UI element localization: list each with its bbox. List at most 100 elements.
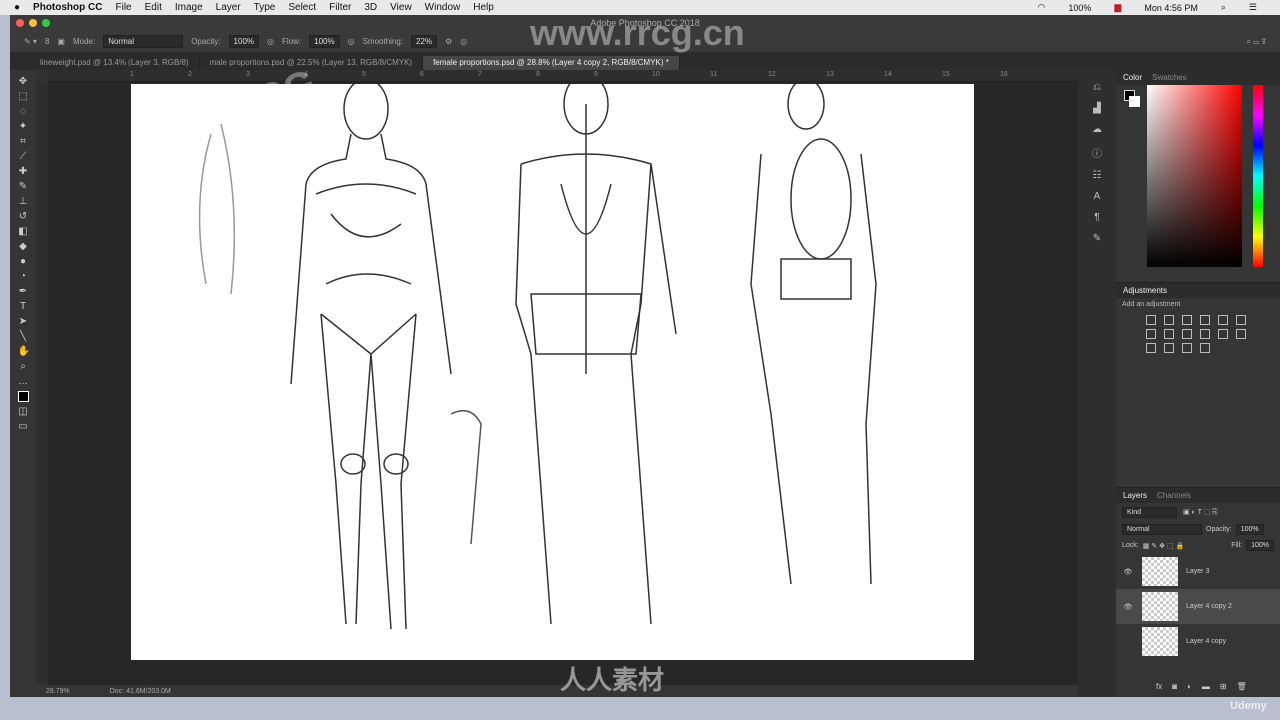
fill-field[interactable]: 100% [1246, 540, 1274, 551]
history-icon[interactable]: ⎌ [1093, 82, 1101, 93]
tab-channels[interactable]: Channels [1157, 491, 1191, 500]
selective-color-icon[interactable] [1200, 343, 1210, 353]
apple-icon[interactable]: ● [14, 2, 20, 13]
more-tools-icon[interactable]: … [18, 376, 29, 387]
trash-icon[interactable]: 🗑 [1237, 682, 1247, 691]
screen-mode-icon[interactable]: ▭ [18, 421, 29, 432]
adjustment-layer-icon[interactable]: ◐ [1187, 682, 1192, 691]
levels-icon[interactable] [1164, 315, 1174, 325]
tab-lineweight[interactable]: lineweight.psd @ 13.4% (Layer 3, RGB/8) [30, 56, 200, 70]
color-balance-icon[interactable] [1146, 329, 1156, 339]
clock[interactable]: Mon 4:56 PM [1144, 3, 1198, 13]
document-canvas[interactable] [131, 73, 974, 660]
menu-view[interactable]: View [390, 2, 412, 13]
channel-mixer-icon[interactable] [1200, 329, 1210, 339]
properties-icon[interactable]: ☷ [1093, 170, 1102, 181]
curves-icon[interactable] [1182, 315, 1192, 325]
color-swatch-icon[interactable] [17, 391, 29, 402]
eyedropper-icon[interactable]: ⟋ [18, 151, 29, 162]
brightness-icon[interactable] [1146, 315, 1156, 325]
flag-icon[interactable]: ▆ [1114, 2, 1121, 13]
type-tool-icon[interactable]: T [18, 301, 29, 312]
pressure-opacity-icon[interactable]: ◎ [267, 37, 274, 46]
saturation-value-field[interactable] [1147, 85, 1242, 267]
quick-mask-icon[interactable]: ◫ [18, 406, 29, 417]
menu-help[interactable]: Help [473, 2, 494, 13]
layer-name[interactable]: Layer 4 copy 2 [1186, 603, 1232, 610]
layer-name[interactable]: Layer 3 [1186, 568, 1209, 575]
menu-select[interactable]: Select [288, 2, 316, 13]
histogram-icon[interactable]: ▟ [1093, 103, 1101, 114]
menu-file[interactable]: File [115, 2, 131, 13]
crop-tool-icon[interactable]: ⌗ [18, 136, 29, 147]
menu-layer[interactable]: Layer [216, 2, 241, 13]
exposure-icon[interactable] [1200, 315, 1210, 325]
spotlight-icon[interactable]: ⌕ [1221, 2, 1226, 13]
menu-image[interactable]: Image [175, 2, 203, 13]
hue-sat-icon[interactable] [1236, 315, 1246, 325]
brush-settings-icon[interactable]: ✎ [1093, 233, 1101, 244]
vibrance-icon[interactable] [1218, 315, 1228, 325]
layer-filter-select[interactable]: Kind [1122, 507, 1177, 518]
paint-bucket-icon[interactable]: ◆ [18, 241, 29, 252]
menu-edit[interactable]: Edit [145, 2, 162, 13]
layer-name[interactable]: Layer 4 copy [1186, 638, 1226, 645]
zoom-level[interactable]: 28.79% [46, 688, 70, 695]
menu-window[interactable]: Window [425, 2, 461, 13]
menu-3d[interactable]: 3D [364, 2, 377, 13]
background-color[interactable] [1129, 96, 1140, 107]
eye-icon[interactable]: 👁 [1122, 568, 1134, 576]
brush-size[interactable]: 8 [45, 37, 49, 46]
brush-panel-icon[interactable]: ▣ [57, 37, 65, 46]
doc-size[interactable]: Doc: 41.6M/203.0M [110, 688, 171, 695]
move-tool-icon[interactable]: ✥ [18, 76, 29, 87]
layer-opacity-field[interactable]: 100% [1235, 524, 1264, 535]
line-tool-icon[interactable]: ╲ [18, 331, 29, 342]
filter-icons[interactable]: ▣ ◐ T ⬚ ⎘ [1183, 508, 1218, 517]
paragraph-icon[interactable]: ¶ [1094, 212, 1099, 223]
menu-list-icon[interactable]: ☰ [1249, 2, 1257, 13]
hand-tool-icon[interactable]: ✋ [18, 346, 30, 357]
path-select-icon[interactable]: ➤ [18, 316, 29, 327]
airbrush-icon[interactable]: ◎ [348, 37, 355, 46]
battery-level[interactable]: 100% [1068, 3, 1091, 13]
lock-icons[interactable]: ▦ ✎ ✥ ⬚ 🔒 [1143, 542, 1184, 550]
layer-row[interactable]: 👁 Layer 3 [1116, 554, 1280, 589]
blur-tool-icon[interactable]: ● [18, 256, 29, 267]
layer-row[interactable]: Layer 4 copy [1116, 624, 1280, 659]
bw-icon[interactable] [1164, 329, 1174, 339]
threshold-icon[interactable] [1164, 343, 1174, 353]
gear-icon[interactable]: ⚙ [445, 37, 452, 46]
pressure-size-icon[interactable]: ◎ [460, 37, 467, 46]
hue-slider[interactable] [1253, 85, 1263, 267]
gradient-map-icon[interactable] [1182, 343, 1192, 353]
info-icon[interactable]: ⓘ [1092, 145, 1102, 160]
lasso-tool-icon[interactable]: ◌ [18, 106, 29, 117]
mask-icon[interactable]: ◙ [1172, 682, 1177, 691]
posterize-icon[interactable] [1146, 343, 1156, 353]
mode-select[interactable]: Normal [103, 35, 184, 48]
brush-tool-icon[interactable]: ✎ [18, 181, 29, 192]
flow-field[interactable]: 100% [309, 35, 340, 48]
tab-layers[interactable]: Layers [1123, 491, 1147, 500]
group-icon[interactable]: ▬ [1202, 682, 1210, 691]
character-icon[interactable]: A [1094, 191, 1101, 202]
magic-wand-icon[interactable]: ✦ [18, 121, 29, 132]
menu-type[interactable]: Type [254, 2, 276, 13]
tab-female-proportions[interactable]: female proportions.psd @ 28.8% (Layer 4 … [423, 56, 680, 70]
pen-tool-icon[interactable]: ✒ [18, 286, 29, 297]
healing-brush-icon[interactable]: ✚ [18, 166, 29, 177]
photo-filter-icon[interactable] [1182, 329, 1192, 339]
zoom-tool-icon[interactable]: ⌕ [18, 361, 29, 372]
tab-swatches[interactable]: Swatches [1152, 73, 1187, 82]
new-layer-icon[interactable]: ⊞ [1220, 682, 1227, 691]
search-icon[interactable]: ⌕ ▭ ⇪ [1246, 37, 1266, 47]
blend-mode-select[interactable]: Normal [1122, 524, 1202, 535]
marquee-tool-icon[interactable]: ⬚ [18, 91, 29, 102]
libraries-icon[interactable]: ☁ [1092, 124, 1102, 135]
fx-icon[interactable]: fx [1156, 682, 1162, 691]
layer-row-selected[interactable]: 👁 Layer 4 copy 2 [1116, 589, 1280, 624]
wifi-icon[interactable]: ◠ [1038, 2, 1046, 13]
opacity-field[interactable]: 100% [228, 35, 260, 48]
history-brush-icon[interactable]: ↺ [18, 211, 29, 222]
